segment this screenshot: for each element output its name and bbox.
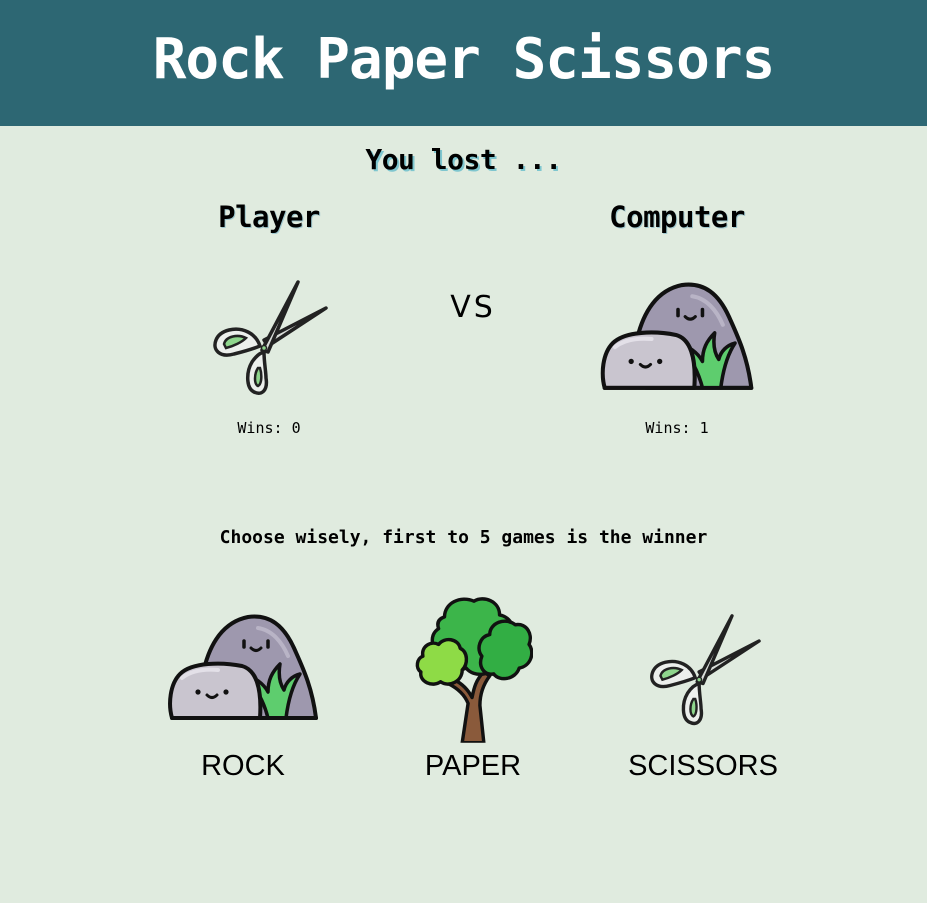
- player-wins-count: 0: [291, 419, 301, 437]
- scissors-icon: [643, 612, 763, 728]
- player-wins: Wins: 0: [169, 419, 369, 437]
- computer-title: Computer: [609, 200, 745, 234]
- round-result-message: You lost ...: [365, 143, 562, 176]
- app-title: Rock Paper Scissors: [152, 26, 776, 92]
- scissors-choice-label: SCISSORS: [628, 750, 778, 782]
- scissors-choice-button[interactable]: SCISSORS: [603, 592, 803, 792]
- player-pick: [206, 278, 330, 398]
- paper-choice-label: PAPER: [424, 750, 522, 782]
- computer-wins: Wins: 1: [577, 419, 777, 437]
- computer-wins-count: 1: [699, 419, 709, 437]
- versus-label: VS: [450, 290, 496, 325]
- computer-pick: [600, 282, 754, 394]
- tree-icon: [415, 594, 533, 744]
- rock-icon: [600, 282, 754, 394]
- scissors-icon: [206, 278, 330, 398]
- computer-wins-label: Wins:: [645, 419, 691, 437]
- paper-choice-button[interactable]: PAPER: [373, 592, 573, 792]
- player-wins-label: Wins:: [237, 419, 283, 437]
- instruction-text: Choose wisely, first to 5 games is the w…: [219, 527, 708, 548]
- rock-choice-label: ROCK: [201, 750, 285, 782]
- app-header: Rock Paper Scissors: [0, 0, 927, 126]
- rock-icon: [167, 614, 319, 724]
- player-title: Player: [218, 200, 320, 234]
- rock-choice-button[interactable]: ROCK: [143, 592, 343, 792]
